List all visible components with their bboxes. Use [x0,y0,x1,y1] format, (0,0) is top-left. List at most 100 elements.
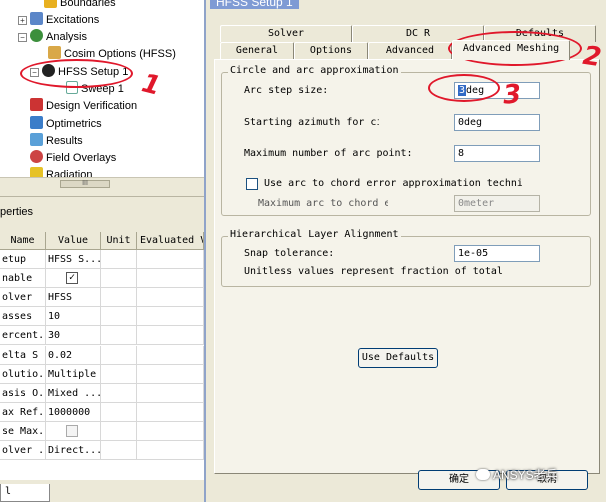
column-header-evaluated-value[interactable]: Evaluated Va [137,232,204,250]
property-value-cell[interactable] [46,421,101,441]
annotation-ellipse-3 [428,74,500,102]
tab-advanced-meshing[interactable]: Advanced Meshing [452,40,570,60]
property-name-cell: asis O... [0,383,46,403]
table-row[interactable]: elta S 0.02 [0,345,204,365]
property-unit-cell [101,269,137,289]
dialog-title: HFSS Setup 1 [210,0,299,9]
property-name-cell: olver ... [0,441,46,460]
tab-options[interactable]: Options [294,42,368,59]
hierarchical-layer-group-title: Hierarchical Layer Alignment [228,229,401,240]
property-unit-cell [101,441,137,460]
verification-icon [30,98,43,111]
property-evaluated-cell [137,441,204,460]
hfss-setup-dialog: HFSS Setup 1 Solver DC R Defaults Genera… [204,0,606,502]
property-evaluated-cell [137,288,204,308]
property-evaluated-cell [137,383,204,403]
scrollbar-thumb[interactable]: III [60,180,110,188]
property-value-cell[interactable]: 10 [46,307,101,327]
property-evaluated-cell [137,364,204,384]
column-header-name[interactable]: Name [0,232,46,250]
property-value-cell[interactable]: Multiple [46,364,101,384]
property-value-cell[interactable]: 30 [46,326,101,346]
tree-horizontal-scrollbar[interactable]: III [0,177,204,188]
circle-arc-group: Circle and arc approximation Arc step si… [221,65,591,216]
table-row[interactable]: olver ...Direct... [0,441,204,460]
annotation-circle-1 [20,59,133,88]
tree-item-boundaries[interactable]: Boundaries [44,0,116,11]
use-defaults-button[interactable]: Use Defaults [358,348,438,368]
tree-item-analysis[interactable]: Analysis [30,29,87,45]
table-row[interactable]: ax Ref...1000000 [0,402,204,422]
table-row[interactable]: olutio...Multiple [0,364,204,384]
property-value-cell[interactable]: ✓ [46,269,101,289]
property-name-cell: se Max... [0,421,46,441]
analysis-icon [30,29,43,42]
table-row[interactable]: olver HFSS [0,288,204,308]
tree-item-field-overlays[interactable]: Field Overlays [30,150,116,166]
column-header-unit[interactable]: Unit [101,232,137,250]
property-unit-cell [101,345,137,365]
max-arc-points-label: Maximum number of arc point: [244,148,413,159]
property-value-cell[interactable]: HFSS S... [46,250,101,269]
starting-azimuth-input[interactable]: 0deg [454,114,540,131]
advanced-meshing-panel: Circle and arc approximation Arc step si… [214,59,600,474]
table-row[interactable]: etup HFSS S... [0,250,204,269]
property-checkbox[interactable] [66,424,78,437]
property-value-cell[interactable]: Direct... [46,441,101,460]
table-row[interactable]: asses 10 [0,307,204,327]
max-arc-points-input[interactable]: 8 [454,145,540,162]
chord-error-checkbox[interactable] [246,178,258,190]
cosim-icon [48,46,61,59]
boundaries-icon [44,0,57,8]
property-name-cell: elta S [0,345,46,365]
property-name-cell: etup [0,250,46,269]
snap-tolerance-label: Snap tolerance: [244,248,335,259]
hierarchical-layer-group: Hierarchical Layer Alignment Snap tolera… [221,229,591,287]
tree-item-design-verification[interactable]: Design Verification [30,98,137,114]
excitations-icon [30,12,43,25]
max-chord-error-input[interactable]: 0meter [454,195,540,212]
tab-solver[interactable]: Solver [220,25,352,42]
property-name-cell: olver [0,288,46,308]
table-row[interactable]: ercent...30 [0,326,204,346]
expand-icon[interactable]: + [18,16,27,25]
tree-item-results[interactable]: Results [30,133,83,149]
property-unit-cell [101,364,137,384]
tab-general[interactable]: General [220,42,294,59]
property-name-cell: ercent... [0,326,46,346]
tab-advanced[interactable]: Advanced [368,42,452,59]
property-value-cell[interactable]: HFSS [46,288,101,308]
max-chord-error-label: Maximum arc to chord err [258,198,388,209]
results-icon [30,133,43,146]
properties-table: Name Value Unit Evaluated Va etupHFSS S.… [0,232,204,480]
tree-item-optimetrics[interactable]: Optimetrics [30,116,102,132]
tree-item-excitations[interactable]: Excitations [30,12,99,28]
property-name-cell: asses [0,307,46,327]
property-value-cell[interactable]: 1000000 [46,402,101,422]
collapse-icon[interactable]: − [18,33,27,42]
property-checkbox[interactable]: ✓ [66,272,78,285]
property-value-cell[interactable]: 0.02 [46,345,101,365]
arc-step-size-label: Arc step size: [244,85,329,96]
property-value-cell[interactable]: Mixed ... [46,383,101,403]
snap-tolerance-input[interactable]: 1e-05 [454,245,540,262]
column-header-value[interactable]: Value [46,232,101,250]
property-unit-cell [101,288,137,308]
property-unit-cell [101,402,137,422]
project-tree: Boundaries + Excitations − Analysis Cosi… [0,0,204,188]
property-evaluated-cell [137,269,204,289]
property-name-cell: olutio... [0,364,46,384]
table-row[interactable]: se Max... [0,421,204,441]
table-row[interactable]: asis O...Mixed ... [0,383,204,403]
annotation-number-3: 3 [501,79,523,111]
property-name-cell: ax Ref... [0,402,46,422]
property-unit-cell [101,383,137,403]
design-tab[interactable]: l Design [0,484,50,502]
property-evaluated-cell [137,402,204,422]
property-unit-cell [101,307,137,327]
property-evaluated-cell [137,345,204,365]
circle-arc-group-title: Circle and arc approximation [228,65,401,76]
property-unit-cell [101,421,137,441]
table-row[interactable]: nable ✓ [0,269,204,289]
watermark: ANSYS老兵 [476,466,558,483]
